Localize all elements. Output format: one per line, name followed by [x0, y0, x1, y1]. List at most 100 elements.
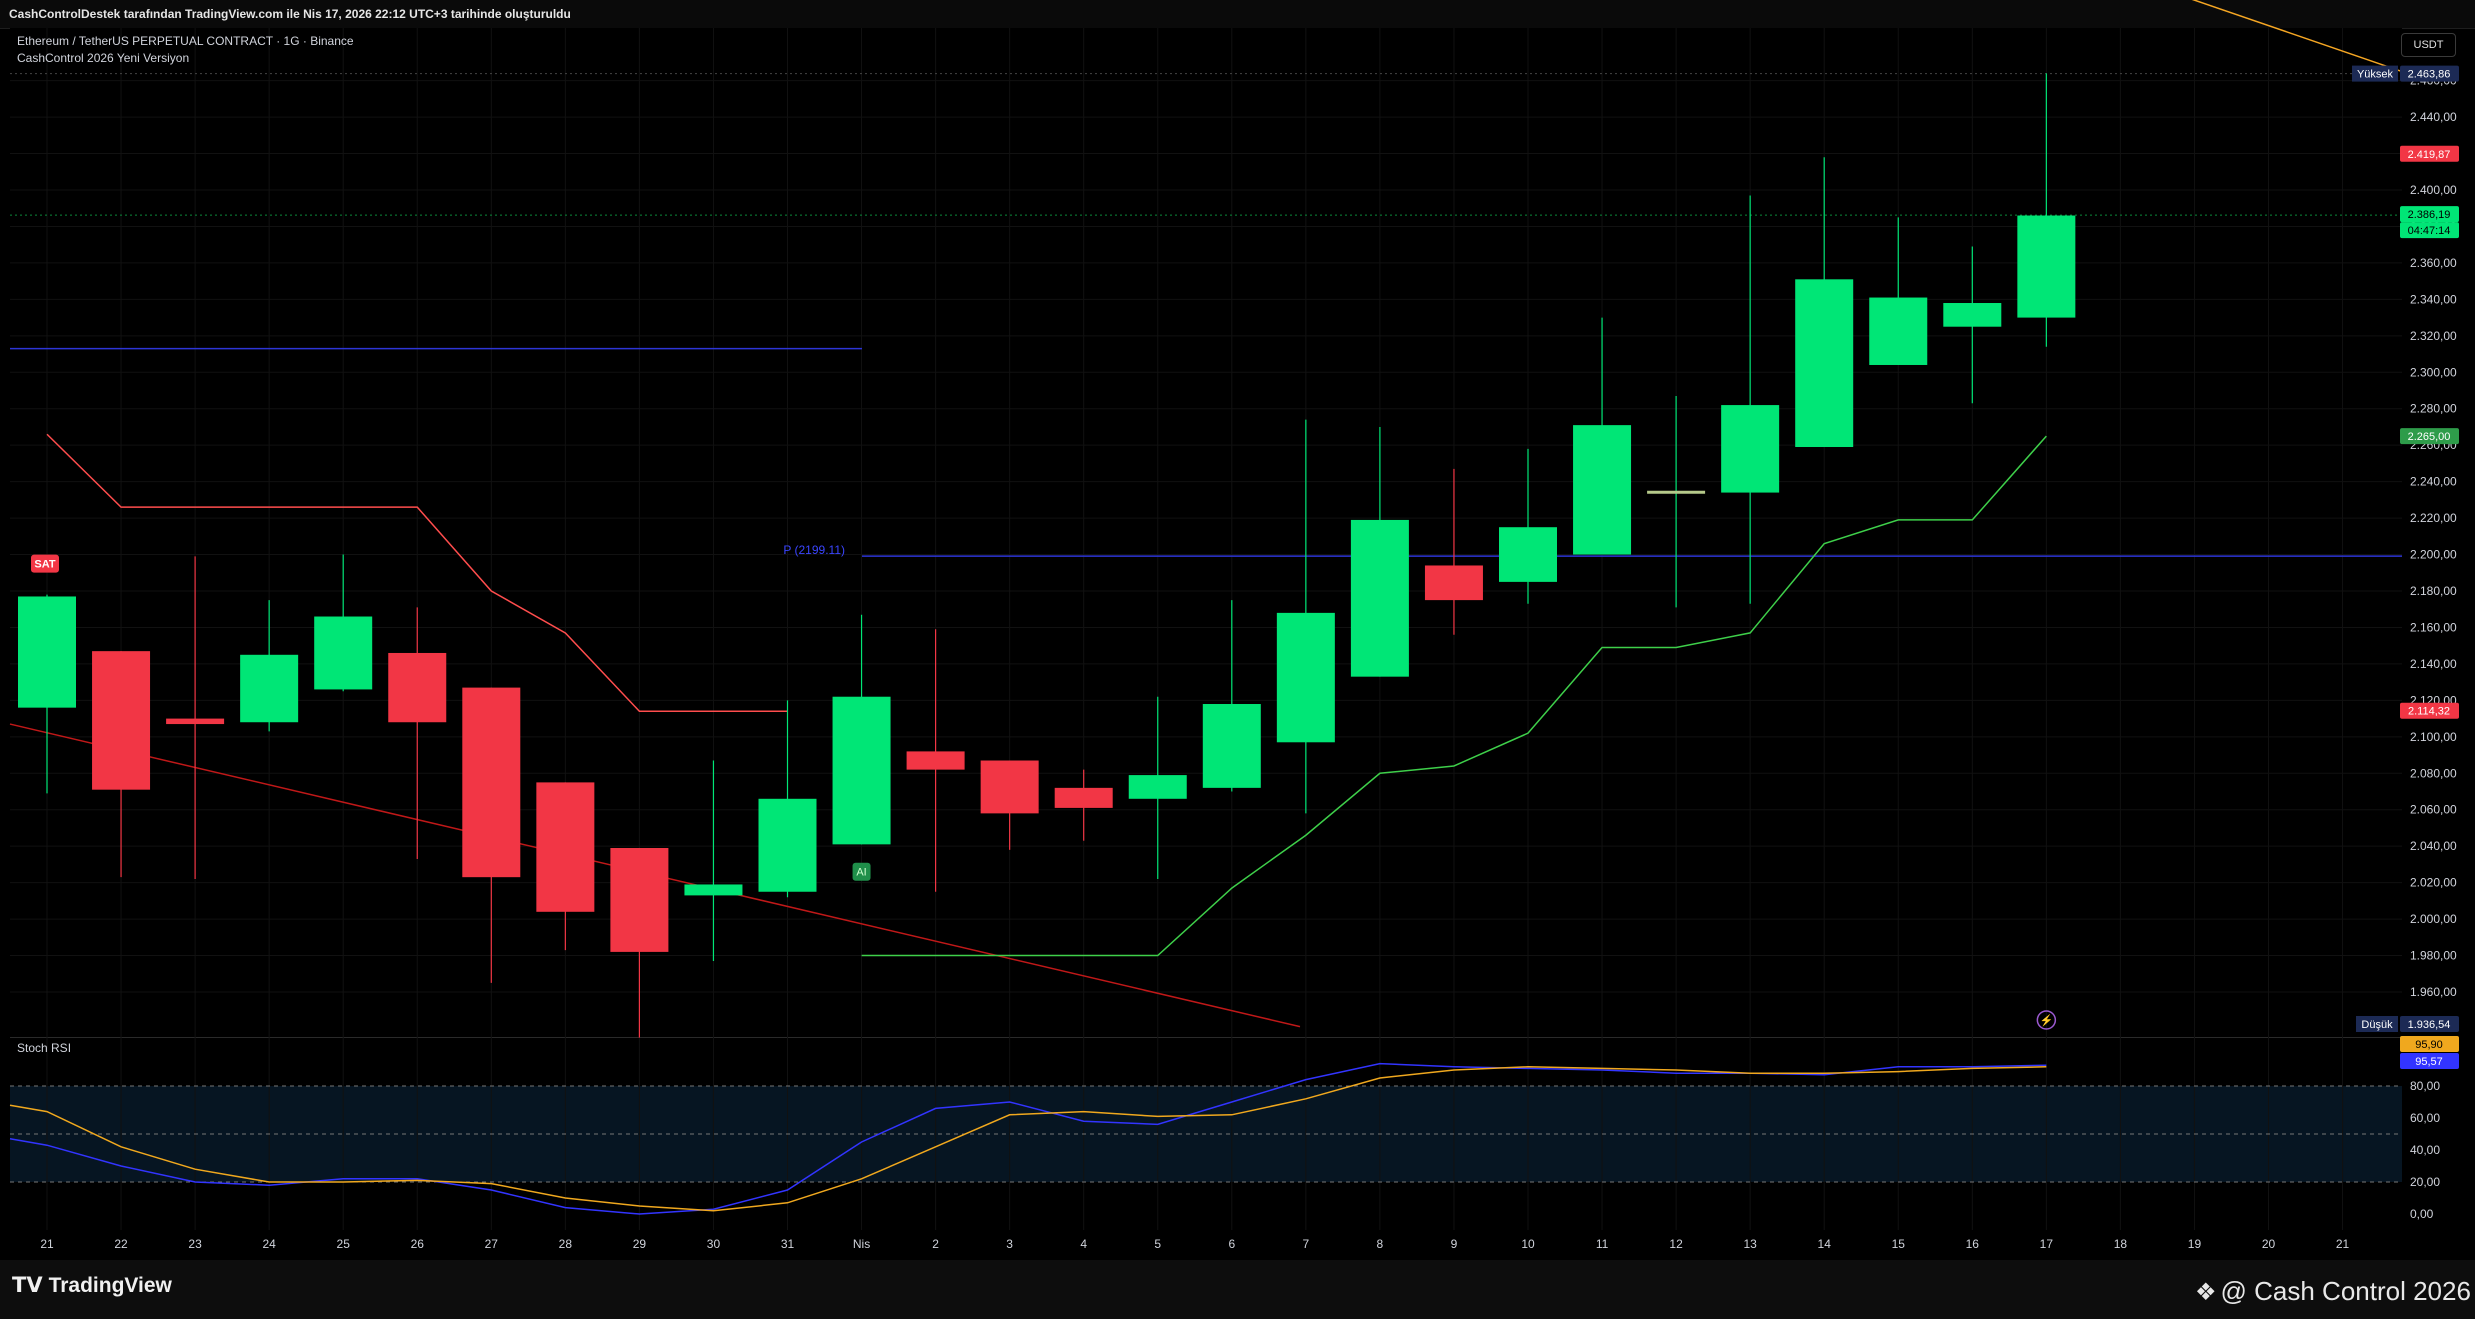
high-label: Yüksek — [2357, 69, 2394, 81]
lightning-glyph: ⚡ — [2039, 1014, 2053, 1027]
x-tick-label: 16 — [1966, 1237, 1980, 1251]
watermark-text: @ Cash Control 2026 — [2220, 1276, 2471, 1306]
y-tick-label: 2.000,00 — [2410, 912, 2457, 926]
x-tick-label: 17 — [2040, 1237, 2054, 1251]
x-tick-label: 10 — [1521, 1237, 1535, 1251]
y-tick-label: 2.160,00 — [2410, 620, 2457, 634]
x-tick-label: 19 — [2188, 1237, 2202, 1251]
y-tick-label: 2.340,00 — [2410, 292, 2457, 306]
footer-bar — [0, 1260, 2475, 1319]
y-tick-label: 2.040,00 — [2410, 839, 2457, 853]
x-tick-label: 12 — [1669, 1237, 1683, 1251]
red-level-tag: 2.419,87 — [2408, 149, 2451, 161]
low-price-tag: 1.936,54 — [2408, 1019, 2451, 1031]
candle-body[interactable] — [1721, 405, 1780, 493]
pivot-label: P (2199.11) — [783, 543, 845, 557]
candle-body[interactable] — [1943, 303, 2002, 327]
candle-body[interactable] — [240, 654, 299, 723]
x-tick-label: 14 — [1818, 1237, 1832, 1251]
x-tick-label: 26 — [411, 1237, 425, 1251]
pane-divider — [10, 1037, 2402, 1038]
y-tick-label: 2.060,00 — [2410, 803, 2457, 817]
x-tick-label: 5 — [1154, 1237, 1161, 1251]
green-level-tag: 2.265,00 — [2408, 431, 2451, 443]
candle-body[interactable] — [1350, 519, 1409, 677]
y-tick-label: 2.280,00 — [2410, 402, 2457, 416]
y-tick-label: 2.140,00 — [2410, 657, 2457, 671]
y-tick-label: 2.400,00 — [2410, 183, 2457, 197]
sell-signal-label: SAT — [34, 559, 55, 571]
x-tick-label: 4 — [1080, 1237, 1087, 1251]
y-tick-label: 2.080,00 — [2410, 766, 2457, 780]
x-tick-label: 15 — [1892, 1237, 1906, 1251]
y-tick-label: 2.240,00 — [2410, 475, 2457, 489]
tradingview-wordmark: TradingView — [48, 1274, 172, 1297]
candle-body[interactable] — [536, 782, 595, 912]
x-tick-label: 13 — [1743, 1237, 1757, 1251]
candle-body[interactable] — [314, 616, 373, 690]
x-tick-label: 7 — [1303, 1237, 1310, 1251]
candle-body[interactable] — [758, 798, 817, 892]
candle-body[interactable] — [610, 848, 669, 952]
candle-body[interactable] — [1128, 775, 1187, 799]
ai-signal-label: AI — [856, 867, 866, 879]
x-tick-label: 25 — [337, 1237, 351, 1251]
candle-body[interactable] — [1795, 279, 1854, 448]
candle-body[interactable] — [1573, 425, 1632, 555]
y-tick-label: 2.220,00 — [2410, 511, 2457, 525]
candle-body[interactable] — [1647, 490, 1706, 494]
y-tick-label: 2.180,00 — [2410, 584, 2457, 598]
candle-body[interactable] — [684, 884, 743, 896]
stoch-y-tick: 80,00 — [2410, 1079, 2440, 1093]
currency-button[interactable]: USDT — [2401, 33, 2456, 57]
countdown-tag: 04:47:14 — [2408, 225, 2451, 237]
candle-body[interactable] — [1276, 612, 1335, 743]
x-tick-label: 20 — [2262, 1237, 2276, 1251]
x-tick-label: 31 — [781, 1237, 795, 1251]
symbol-legend[interactable]: Ethereum / TetherUS PERPETUAL CONTRACT ·… — [17, 33, 354, 50]
candle-body[interactable] — [980, 760, 1039, 814]
x-tick-label: 29 — [633, 1237, 647, 1251]
candle-body[interactable] — [166, 718, 225, 725]
y-tick-label: 2.440,00 — [2410, 110, 2457, 124]
indicator-legend[interactable]: CashControl 2026 Yeni Versiyon — [17, 50, 354, 67]
candle-body[interactable] — [92, 651, 151, 790]
tradingview-mark-icon: 𝗧𝗩 — [12, 1274, 43, 1297]
x-tick-label: 22 — [114, 1237, 128, 1251]
stoch-y-tick: 60,00 — [2410, 1111, 2440, 1125]
x-tick-label: 27 — [485, 1237, 499, 1251]
candle-body[interactable] — [1054, 787, 1113, 808]
x-tick-label: 21 — [40, 1237, 54, 1251]
y-tick-label: 1.960,00 — [2410, 985, 2457, 999]
x-tick-label: 21 — [2336, 1237, 2350, 1251]
x-tick-label: 23 — [188, 1237, 202, 1251]
candle-body[interactable] — [1499, 527, 1557, 582]
stoch-title[interactable]: Stoch RSI — [17, 1041, 71, 1055]
candle-body[interactable] — [832, 696, 891, 845]
candle-body[interactable] — [18, 596, 76, 708]
candle-body[interactable] — [1424, 565, 1483, 601]
chart-canvas[interactable]: 1.960,00 1.980,00 2.000,00 2.020,00 2.040,00… — [0, 0, 2475, 1260]
stoch-y-tick: 0,00 — [2410, 1207, 2434, 1221]
x-tick-label: 3 — [1006, 1237, 1013, 1251]
candle-body[interactable] — [1202, 704, 1261, 788]
candle-body[interactable] — [2017, 215, 2076, 318]
tradingview-logo[interactable]: 𝗧𝗩 TradingView — [12, 1273, 172, 1298]
candle-body[interactable] — [906, 751, 965, 770]
candle-body[interactable] — [462, 687, 521, 878]
x-tick-label: 6 — [1228, 1237, 1235, 1251]
chart-legend[interactable]: Ethereum / TetherUS PERPETUAL CONTRACT ·… — [17, 33, 354, 67]
low-label: Düşük — [2361, 1019, 2393, 1031]
x-tick-label: 9 — [1451, 1237, 1458, 1251]
y-tick-label: 2.020,00 — [2410, 876, 2457, 890]
stoch-y-tick: 20,00 — [2410, 1175, 2440, 1189]
x-tick-label: 24 — [262, 1237, 276, 1251]
candle-body[interactable] — [388, 652, 447, 723]
candle-body[interactable] — [1869, 297, 1928, 365]
diamond-logo-icon: ❖ — [2195, 1279, 2217, 1306]
resistance-line — [2191, 0, 2403, 73]
x-tick-label: Nis — [853, 1237, 870, 1251]
high-price-tag: 2.463,86 — [2408, 69, 2451, 81]
x-tick-label: 30 — [707, 1237, 721, 1251]
x-tick-label: 2 — [932, 1237, 939, 1251]
